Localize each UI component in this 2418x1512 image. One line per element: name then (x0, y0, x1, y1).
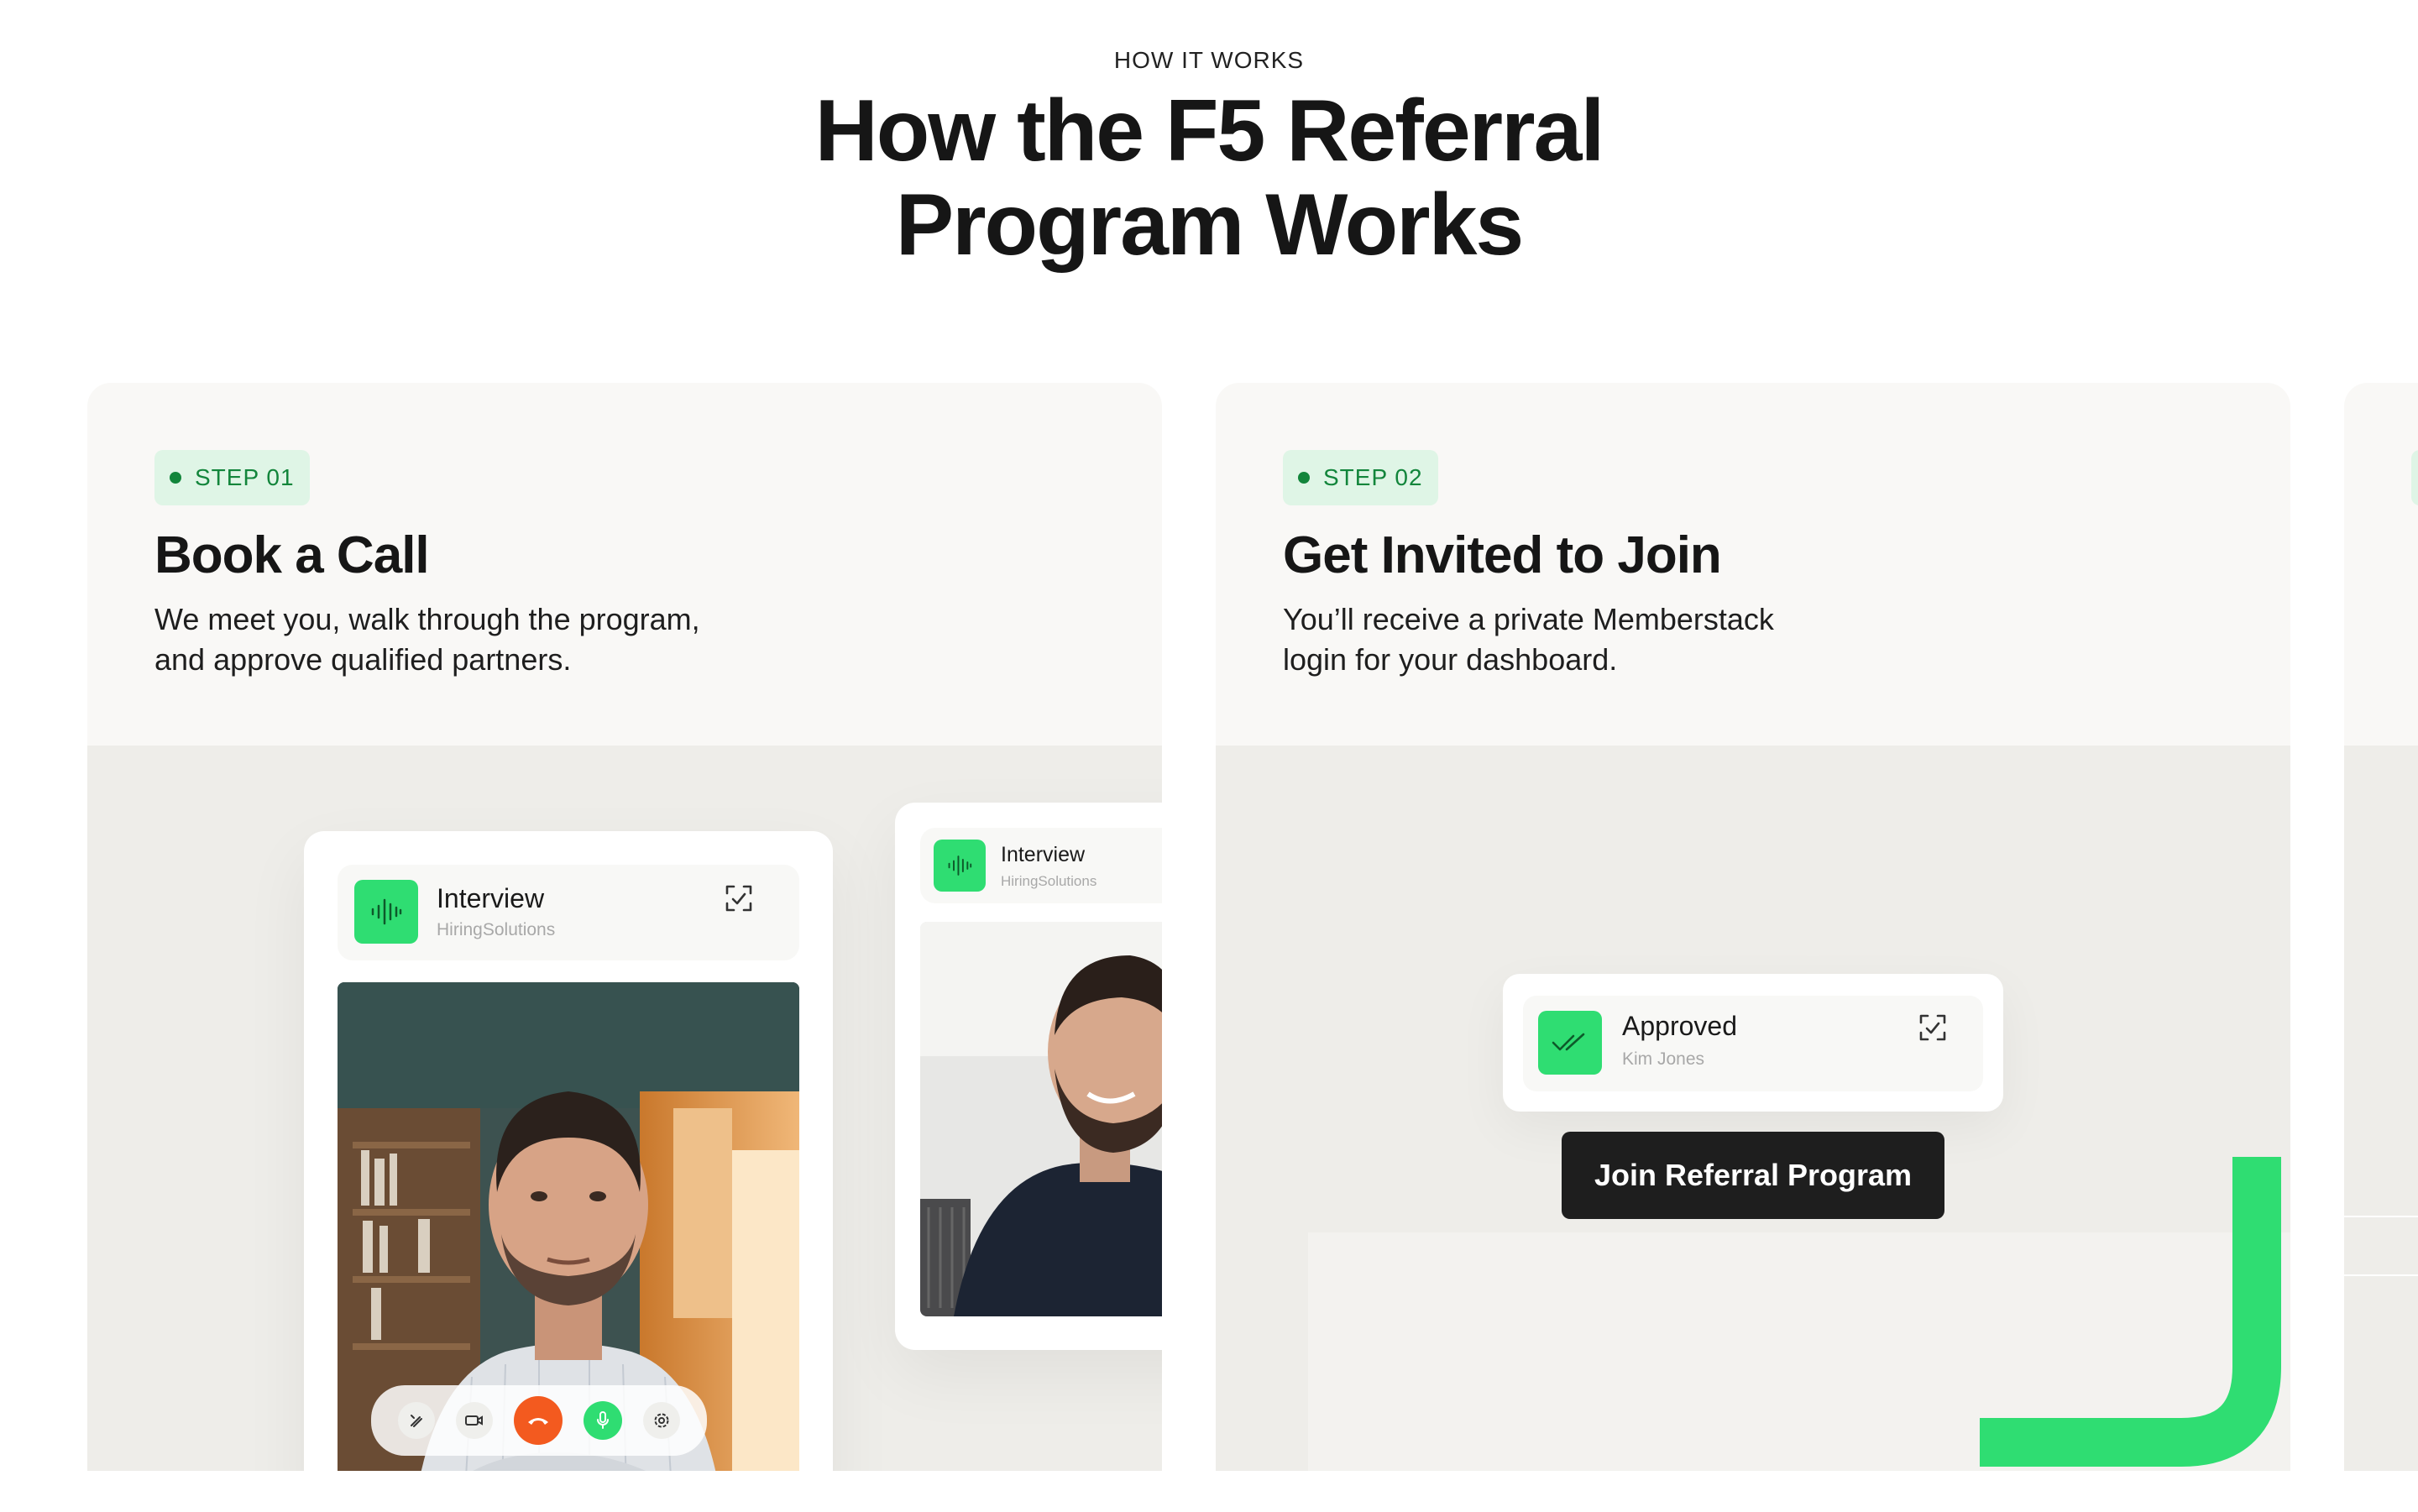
magic-wand-icon[interactable] (398, 1402, 436, 1439)
step-title: Book a Call (154, 526, 430, 584)
camera-icon[interactable] (456, 1402, 494, 1439)
video-feed (920, 922, 1162, 1316)
call-window-secondary: Interview HiringSolutions (895, 803, 1162, 1350)
step-description-line: login for your dashboard. (1283, 642, 1618, 677)
step-description: We meet you, walk through the program, a… (154, 599, 793, 680)
call-subtitle: HiringSolutions (437, 920, 556, 939)
approval-subtitle: Kim Jones (1622, 1049, 1705, 1069)
step-title: Get Invited to Join (1283, 526, 1722, 584)
section-heading: How the F5 Referral Program Works (0, 84, 2418, 272)
dot-icon (170, 472, 181, 484)
step-visual (2344, 746, 2418, 1471)
step-description-line: You’ll receive a private Memberstack (1283, 602, 1774, 636)
step-description: You’ll receive a private Memberstack log… (1283, 599, 1921, 680)
approval-card: Approved Kim Jones (1503, 974, 2003, 1112)
call-title: Interview (1001, 843, 1086, 866)
end-call-icon[interactable] (513, 1396, 563, 1445)
expand-icon[interactable] (1918, 1012, 1948, 1047)
heading-line-1: How the F5 Referral (814, 82, 1605, 180)
call-subtitle: HiringSolutions (1001, 873, 1097, 889)
audio-wave-icon (354, 880, 418, 944)
eyebrow: HOW IT WORKS (1113, 47, 1305, 73)
step-description-line: We meet you, walk through the program, (154, 602, 700, 636)
audio-wave-icon (934, 840, 986, 892)
step-card-2: STEP 02 Get Invited to Join You’ll recei… (1216, 383, 2290, 1471)
divider (2344, 1274, 2418, 1276)
call-title: Interview (437, 883, 545, 913)
call-window: Interview HiringSolutions (304, 831, 833, 1471)
step-label: STEP 01 (195, 464, 295, 490)
step-card-1: STEP 01 Book a Call We meet you, walk th… (87, 383, 1162, 1471)
step-badge: STEP 02 (1283, 450, 1438, 505)
approval-title: Approved (1622, 1011, 1737, 1041)
step-card-3 (2344, 383, 2418, 1471)
step-visual: Interview HiringSolutions Interview Hiri… (87, 746, 1162, 1471)
call-header: Interview HiringSolutions (920, 828, 1162, 903)
decorative-green-curve (1980, 1157, 2281, 1467)
join-referral-button[interactable]: Join Referral Program (1562, 1132, 1944, 1219)
settings-icon[interactable] (642, 1402, 680, 1439)
divider (2344, 1216, 2418, 1217)
step-badge: STEP 01 (154, 450, 310, 505)
heading-line-2: Program Works (895, 176, 1525, 274)
approval-header: Approved Kim Jones (1523, 996, 1983, 1091)
step-badge (2411, 450, 2418, 505)
call-header: Interview HiringSolutions (338, 865, 799, 960)
double-check-icon (1538, 1011, 1602, 1075)
expand-icon[interactable] (724, 883, 754, 918)
dot-icon (1298, 472, 1310, 484)
call-controls (371, 1385, 707, 1456)
step-label: STEP 02 (1323, 464, 1423, 490)
mic-icon[interactable] (583, 1401, 622, 1440)
step-description-line: and approve qualified partners. (154, 642, 572, 677)
step-visual: Approved Kim Jones Join Referral Program (1216, 746, 2290, 1471)
